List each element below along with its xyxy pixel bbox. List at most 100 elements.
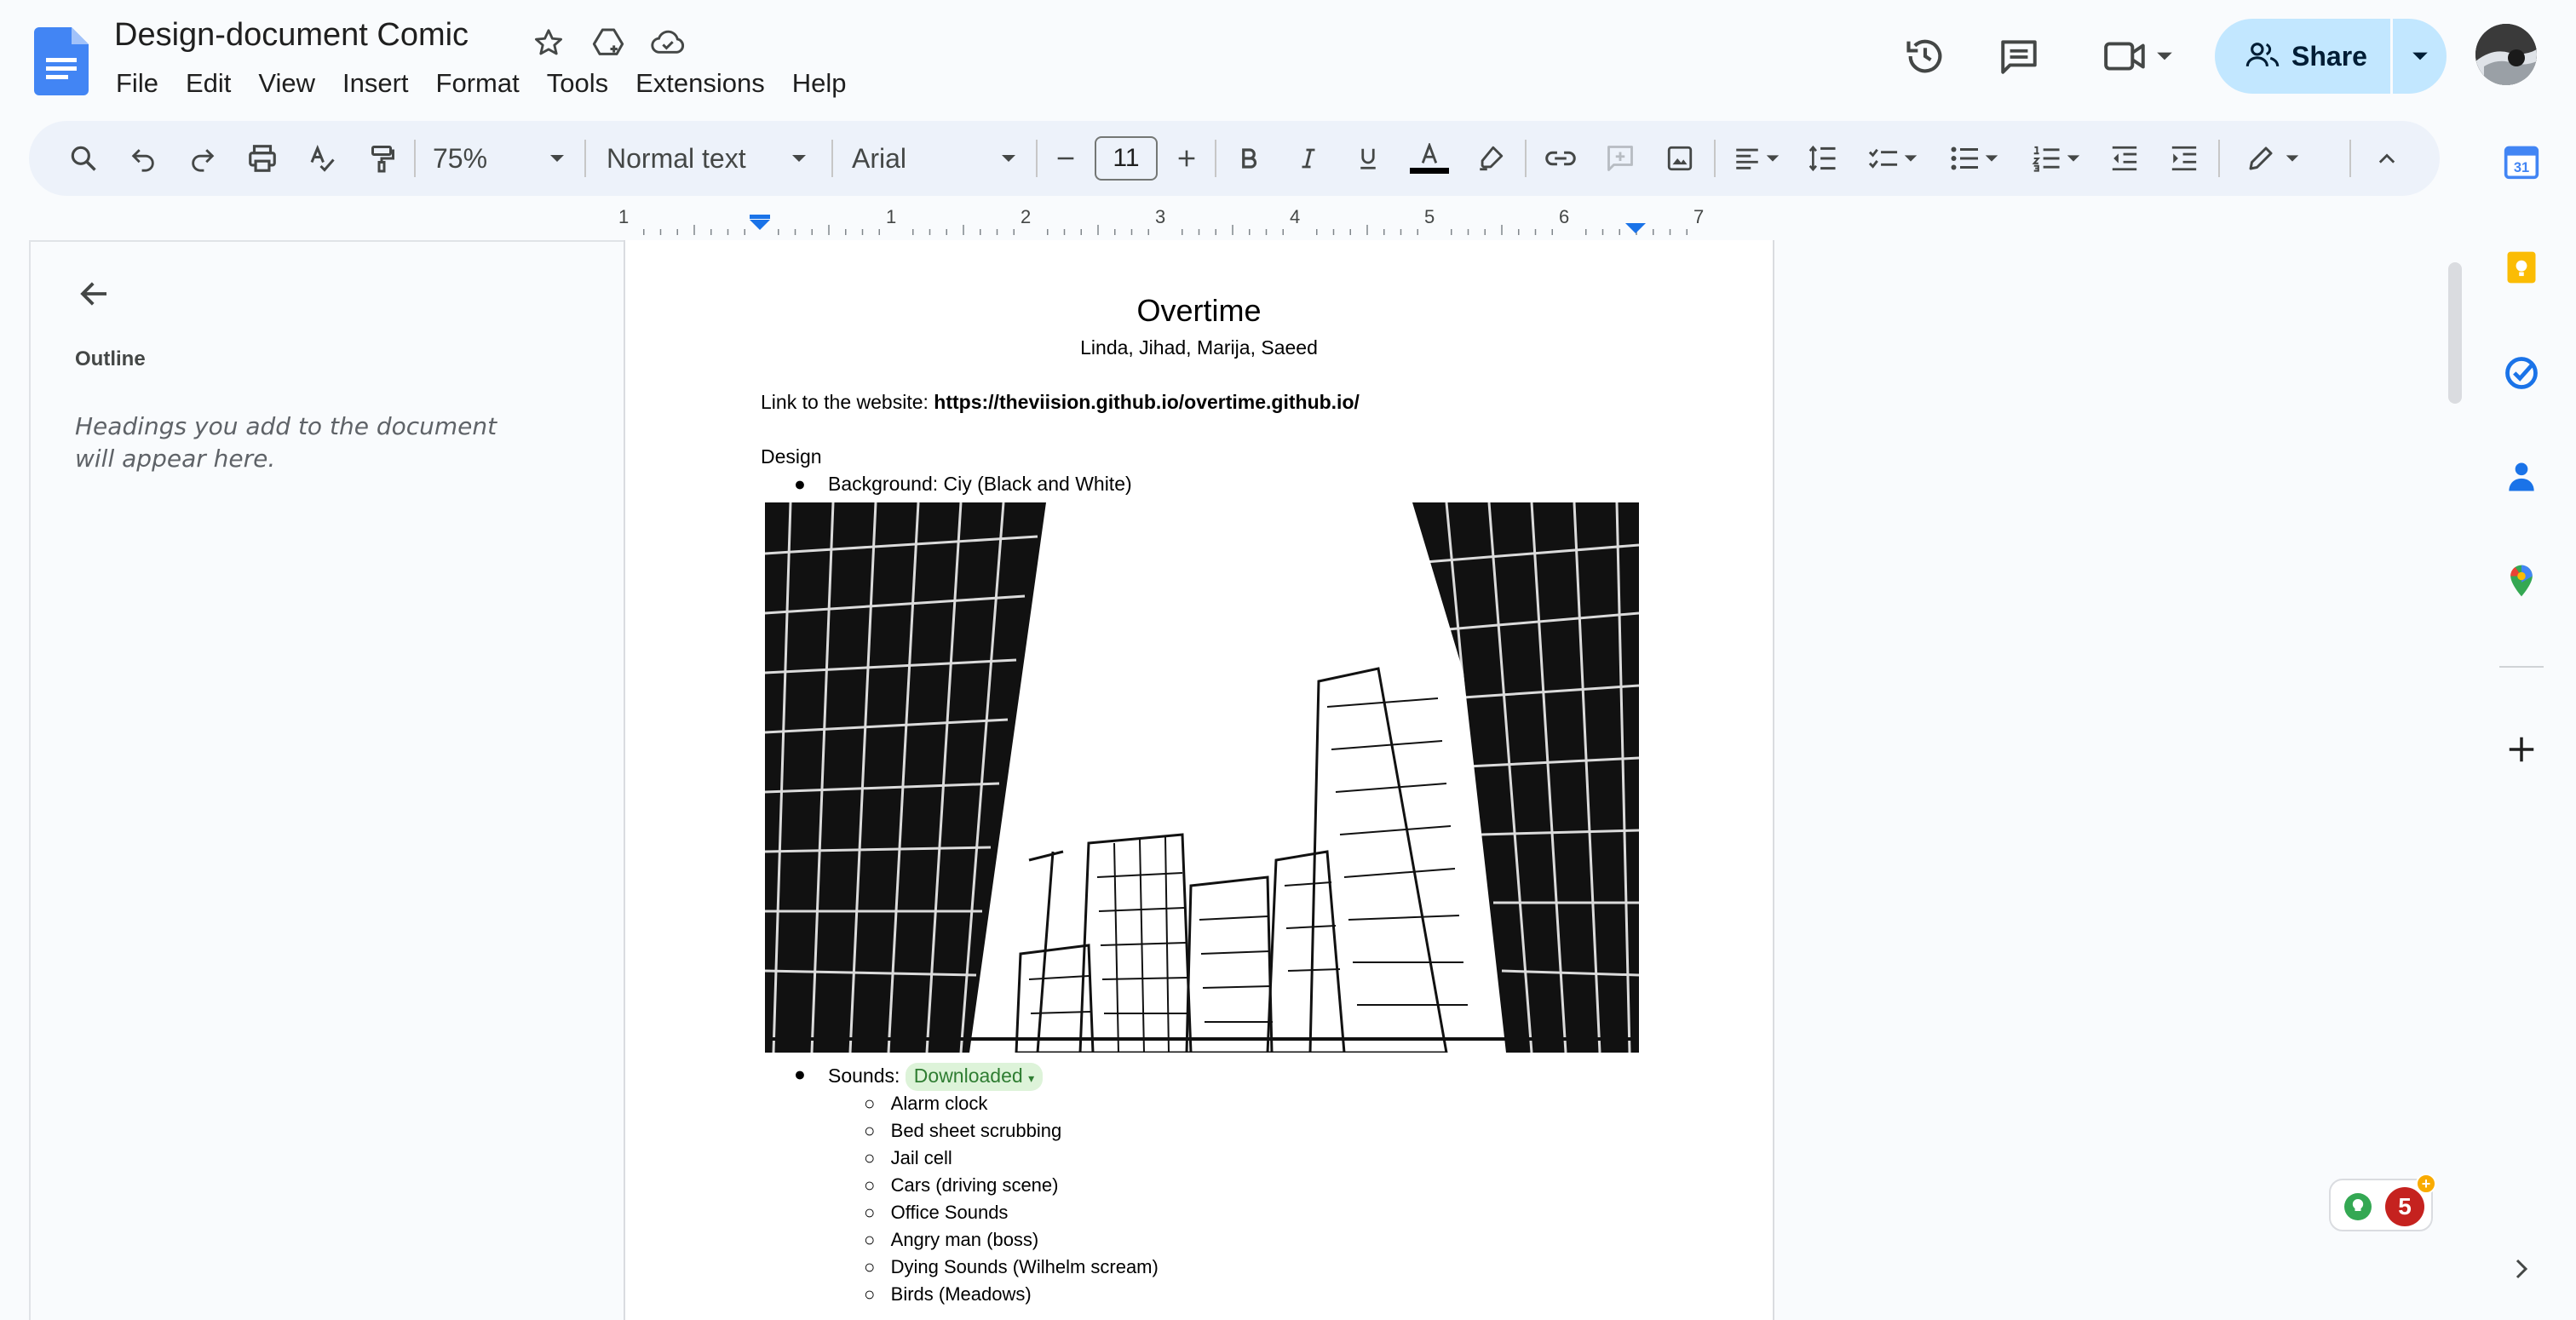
contacts-icon[interactable]	[2496, 451, 2547, 502]
share-dropdown-icon[interactable]	[2393, 19, 2447, 94]
document-authors[interactable]: Linda, Jihad, Marija, Saeed	[625, 336, 1773, 359]
share-button[interactable]: Share	[2215, 19, 2447, 94]
share-label: Share	[2291, 40, 2367, 72]
increase-font-size-icon[interactable]	[1165, 121, 1208, 196]
font-size-value[interactable]: 11	[1095, 136, 1158, 181]
chevron-right-icon[interactable]	[2496, 1243, 2547, 1294]
bullet-dot: ●	[794, 1063, 806, 1085]
sounds-item[interactable]: Sounds: Downloaded ▾	[828, 1063, 1044, 1091]
vertical-scrollbar[interactable]	[2448, 262, 2462, 404]
paragraph-style-select[interactable]: Normal text	[595, 121, 819, 196]
font-size-field[interactable]: 11	[1094, 121, 1159, 196]
tasks-icon[interactable]	[2496, 347, 2547, 399]
design-section-title[interactable]: Design	[761, 445, 822, 468]
city-sketch-image[interactable]	[765, 502, 1639, 1053]
docs-logo-icon[interactable]	[34, 27, 89, 95]
list-item[interactable]: ○ Angry man (boss)	[864, 1226, 1159, 1254]
menu-extensions[interactable]: Extensions	[622, 66, 779, 100]
insert-link-icon[interactable]	[1535, 121, 1586, 196]
formatting-toolbar: 75% Normal text Arial 11	[29, 121, 2440, 196]
background-item[interactable]: Background: Ciy (Black and White)	[828, 473, 1132, 496]
zoom-select[interactable]: 75%	[423, 121, 576, 196]
move-to-drive-icon[interactable]	[589, 24, 627, 61]
outline-hint: Headings you add to the document will ap…	[75, 412, 497, 473]
hide-menus-icon[interactable]	[2361, 121, 2412, 196]
line-spacing-icon[interactable]	[1797, 121, 1849, 196]
list-item-label: Birds (Meadows)	[890, 1283, 1032, 1305]
highlight-color-icon[interactable]	[1465, 121, 1516, 196]
sounds-sublist: ○ Alarm clock ○ Bed sheet scrubbing ○ Ja…	[864, 1090, 1159, 1308]
align-icon[interactable]	[1722, 121, 1791, 196]
paragraph-style-value: Normal text	[607, 142, 746, 174]
font-select[interactable]: Arial	[840, 121, 1029, 196]
menu-help[interactable]: Help	[779, 66, 860, 100]
comments-icon[interactable]	[1993, 31, 2044, 82]
paint-format-icon[interactable]	[356, 121, 407, 196]
meet-dropdown-icon[interactable]	[2155, 47, 2174, 66]
meet-icon[interactable]	[2096, 31, 2181, 82]
italic-icon[interactable]	[1283, 121, 1334, 196]
menu-format[interactable]: Format	[423, 66, 533, 100]
website-line[interactable]: Link to the website: https://theviision.…	[761, 391, 1360, 414]
menu-tools[interactable]: Tools	[533, 66, 622, 100]
ruler[interactable]: 1 1 2 3 4 5 6 7	[618, 206, 1774, 240]
numbered-list-icon[interactable]	[2021, 121, 2092, 196]
cloud-saved-icon[interactable]	[649, 24, 687, 61]
bold-icon[interactable]	[1223, 121, 1274, 196]
text-color-icon[interactable]	[1404, 121, 1455, 196]
bulleted-list-icon[interactable]	[1939, 121, 2010, 196]
calendar-icon[interactable]: 31	[2496, 136, 2547, 187]
website-link[interactable]: https://theviision.github.io/overtime.gi…	[934, 391, 1360, 413]
numbered-list-dropdown-icon	[2067, 155, 2080, 162]
menu-bar: File Edit View Insert Format Tools Exten…	[102, 66, 860, 100]
badge-plus-icon: +	[2416, 1174, 2436, 1194]
list-item[interactable]: ○ Jail cell	[864, 1145, 1159, 1172]
editing-mode-dropdown-icon	[2286, 155, 2299, 162]
list-item[interactable]: ○ Birds (Meadows)	[864, 1281, 1159, 1308]
hollow-bullet-icon: ○	[864, 1283, 876, 1305]
search-menus-icon[interactable]	[58, 121, 109, 196]
style-dropdown-icon	[792, 155, 806, 162]
document-heading[interactable]: Overtime	[625, 293, 1773, 329]
hollow-bullet-icon: ○	[864, 1093, 876, 1114]
menu-file[interactable]: File	[102, 66, 172, 100]
version-history-icon[interactable]	[1900, 31, 1951, 82]
insert-image-icon[interactable]	[1654, 121, 1705, 196]
list-item-label: Alarm clock	[890, 1093, 988, 1114]
redo-icon[interactable]	[177, 121, 228, 196]
back-arrow-icon[interactable]	[72, 271, 118, 317]
list-item[interactable]: ○ Alarm clock	[864, 1090, 1159, 1117]
decrease-indent-icon[interactable]	[2099, 121, 2150, 196]
menu-edit[interactable]: Edit	[172, 66, 244, 100]
list-item[interactable]: ○ Bed sheet scrubbing	[864, 1117, 1159, 1145]
explore-button[interactable]: 5 +	[2329, 1174, 2436, 1231]
add-comment-icon[interactable]	[1595, 121, 1646, 196]
print-icon[interactable]	[237, 121, 288, 196]
hollow-bullet-icon: ○	[864, 1147, 876, 1168]
document-title[interactable]: Design-document Comic	[114, 17, 469, 54]
status-chip[interactable]: Downloaded ▾	[905, 1063, 1044, 1091]
checklist-dropdown-icon	[1904, 155, 1918, 162]
spellcheck-icon[interactable]	[296, 121, 348, 196]
list-item-label: Jail cell	[890, 1147, 952, 1168]
hollow-bullet-icon: ○	[864, 1202, 876, 1223]
list-item[interactable]: ○ Dying Sounds (Wilhelm scream)	[864, 1254, 1159, 1281]
maps-icon[interactable]	[2496, 555, 2547, 606]
hollow-bullet-icon: ○	[864, 1120, 876, 1141]
menu-view[interactable]: View	[244, 66, 329, 100]
add-icon[interactable]	[2496, 724, 2547, 775]
menu-insert[interactable]: Insert	[329, 66, 423, 100]
avatar[interactable]	[2475, 24, 2537, 85]
editing-mode-icon[interactable]	[2230, 121, 2315, 196]
list-item-label: Office Sounds	[890, 1202, 1009, 1223]
increase-indent-icon[interactable]	[2159, 121, 2210, 196]
checklist-icon[interactable]	[1857, 121, 1929, 196]
underline-icon[interactable]	[1343, 121, 1394, 196]
ruler-label: 7	[1693, 206, 1705, 227]
decrease-font-size-icon[interactable]	[1044, 121, 1087, 196]
star-icon[interactable]	[530, 24, 567, 61]
keep-icon[interactable]	[2496, 242, 2547, 293]
list-item[interactable]: ○ Office Sounds	[864, 1199, 1159, 1226]
undo-icon[interactable]	[118, 121, 169, 196]
list-item[interactable]: ○ Cars (driving scene)	[864, 1172, 1159, 1199]
